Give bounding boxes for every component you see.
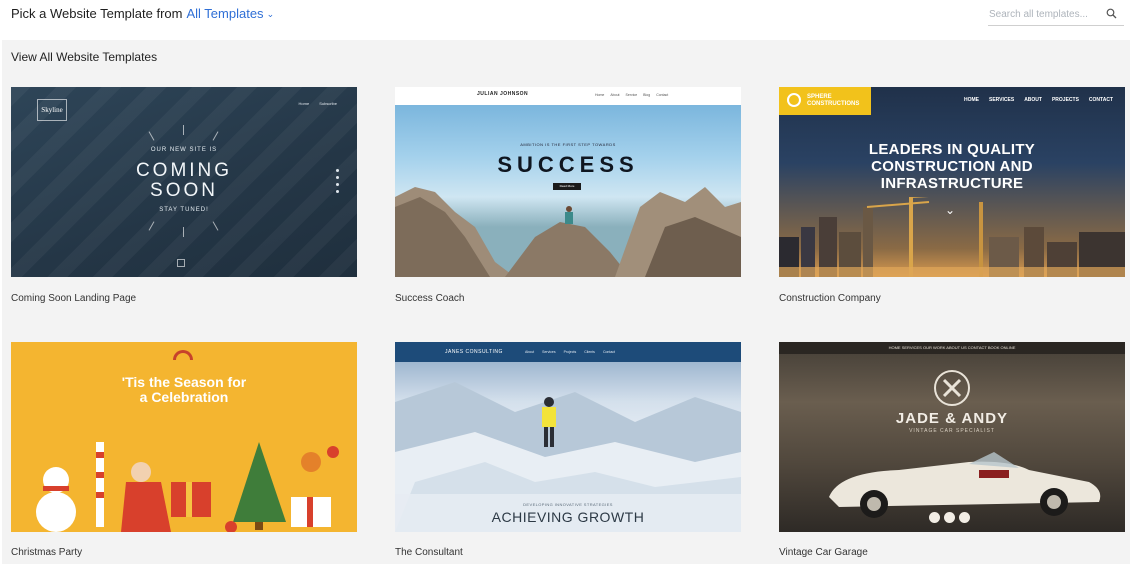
- search-icon[interactable]: [1104, 6, 1120, 22]
- template-thumbnail[interactable]: HOME SERVICES OUR WORK ABOUT US CONTACT …: [779, 342, 1125, 532]
- thumb-subheadline: VINTAGE CAR SPECIALIST: [909, 428, 995, 434]
- search-box: [988, 3, 1124, 26]
- vintage-car-illustration: [829, 452, 1101, 518]
- ray-decoration: [183, 227, 184, 237]
- thumb-kicker: OUR NEW SITE IS: [150, 147, 218, 153]
- ray-decoration: [183, 125, 184, 135]
- template-thumbnail[interactable]: Skyline Home Subscribe OUR NEW SITE IS CO…: [11, 87, 357, 277]
- thumb-headline: JADE & ANDY: [895, 410, 1009, 427]
- template-thumbnail[interactable]: SPHERE CONSTRUCTIONS HOME SERVICES ABOUT…: [779, 87, 1125, 277]
- template-card[interactable]: JANES CONSULTING About Services Projects Cl…: [395, 342, 741, 564]
- page-title: Pick a Website Template from All Templat…: [11, 6, 274, 21]
- template-name[interactable]: The Consultant: [395, 547, 463, 558]
- scroll-icon: [177, 259, 185, 267]
- christmas-illustration: [36, 442, 339, 532]
- logo-mark-icon: [787, 93, 801, 107]
- template-thumbnail[interactable]: JANES CONSULTING About Services Projects Cl…: [395, 342, 741, 532]
- template-card[interactable]: SPHERE CONSTRUCTIONS HOME SERVICES ABOUT…: [779, 87, 1125, 312]
- template-gallery: View All Website Templates Skyline Home S…: [2, 40, 1130, 564]
- thumb-tagline: STAY TUNED!: [159, 207, 209, 213]
- all-templates-dropdown[interactable]: All Templates ⌄: [186, 6, 274, 21]
- thumb-nav: HOME SERVICES OUR WORK ABOUT US CONTACT …: [888, 345, 1016, 350]
- title-prefix: Pick a Website Template from: [11, 6, 183, 21]
- template-card[interactable]: JULIAN JOHNSON Home About Service Blog Conta…: [395, 87, 741, 312]
- social-icons: [336, 169, 339, 193]
- template-card[interactable]: Skyline Home Subscribe OUR NEW SITE IS CO…: [11, 87, 357, 312]
- thumb-nav: HOME SERVICES ABOUT PROJECTS CONTACT: [963, 97, 1113, 103]
- thumb-headline: LEADERS IN QUALITY CONSTRUCTION AND INFR…: [868, 141, 1036, 192]
- template-card[interactable]: 'Tis the Season for a Celebration Christ…: [11, 342, 357, 564]
- view-all-heading[interactable]: View All Website Templates: [11, 50, 157, 64]
- template-name[interactable]: Christmas Party: [11, 547, 82, 558]
- thumb-nav: About Services Projects Clients Contact: [525, 350, 615, 354]
- thumb-kicker: DEVELOPING INNOVATIVE STRATEGIES: [523, 502, 613, 507]
- top-bar: Pick a Website Template from All Templat…: [0, 0, 1130, 40]
- template-name[interactable]: Coming Soon Landing Page: [11, 293, 136, 304]
- thumb-brand: JANES CONSULTING: [445, 349, 503, 355]
- thumb-brand: JULIAN JOHNSON: [477, 91, 529, 97]
- thumb-header: [395, 87, 741, 105]
- thumb-headline: COMING SOON: [135, 160, 233, 201]
- thumb-logo: SPHERE CONSTRUCTIONS: [779, 87, 871, 115]
- thumb-kicker: AMBITION IS THE FIRST STEP TOWARDS: [520, 142, 616, 147]
- chevron-down-icon: ⌄: [266, 9, 275, 19]
- social-icons: [929, 512, 970, 523]
- thumb-logo: Skyline: [37, 99, 67, 121]
- city-skyline-illustration: [779, 197, 1125, 277]
- template-name[interactable]: Vintage Car Garage: [779, 547, 868, 558]
- dropdown-label: All Templates: [186, 6, 264, 21]
- template-name[interactable]: Success Coach: [395, 293, 464, 304]
- thumb-headline: 'Tis the Season for a Celebration: [121, 374, 247, 405]
- template-card[interactable]: HOME SERVICES OUR WORK ABOUT US CONTACT …: [779, 342, 1125, 564]
- wrench-logo-icon: [934, 370, 970, 406]
- template-thumbnail[interactable]: 'Tis the Season for a Celebration: [11, 342, 357, 532]
- search-input[interactable]: [988, 8, 1104, 20]
- thumb-nav: Home Subscribe: [298, 101, 337, 106]
- rainbow-logo-icon: [173, 350, 193, 360]
- thumb-nav: Home About Service Blog Contact: [595, 93, 669, 97]
- thumb-headline: ACHIEVING GROWTH: [491, 509, 645, 525]
- template-thumbnail[interactable]: JULIAN JOHNSON Home About Service Blog Conta…: [395, 87, 741, 277]
- mountain-illustration: [395, 187, 741, 277]
- template-name[interactable]: Construction Company: [779, 293, 881, 304]
